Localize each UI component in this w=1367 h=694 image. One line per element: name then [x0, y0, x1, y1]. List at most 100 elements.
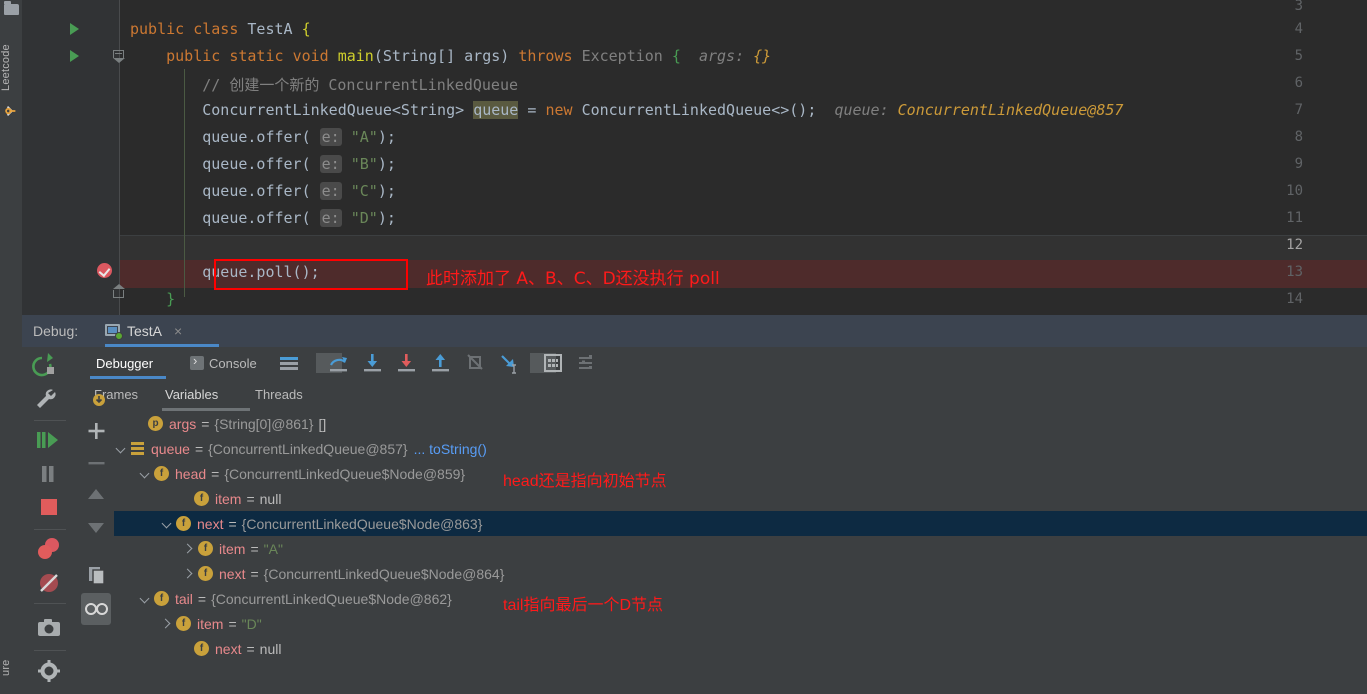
kw-new: new [545, 101, 573, 119]
sidebar-tab-leetcode[interactable]: Leetcode [0, 36, 22, 100]
table-row[interactable]: f head = {ConcurrentLinkedQueue$Node@859… [114, 461, 1367, 486]
field-badge-icon: f [194, 641, 209, 656]
sidebar-tab-structure[interactable]: ure [0, 645, 22, 690]
fold-end-icon[interactable] [113, 284, 126, 303]
variable-value: {ConcurrentLinkedQueue$Node@863} [241, 515, 483, 532]
remove-watch-icon[interactable] [78, 447, 114, 479]
run-gutter-icon[interactable] [70, 23, 79, 35]
line-number: 6 [1294, 75, 1303, 91]
fold-rail [119, 0, 120, 315]
stop-program-icon[interactable] [22, 491, 78, 525]
rerun-icon[interactable] [22, 349, 78, 383]
step-over-icon[interactable] [326, 347, 352, 379]
annotation-head-text: head还是指向初始节点 [503, 473, 667, 490]
step-into-icon[interactable] [360, 347, 386, 379]
variables-tree[interactable]: p args = {String[0]@861} [] queue = {Con… [114, 411, 1367, 692]
step-out-icon[interactable] [428, 347, 454, 379]
inspect-icon[interactable] [81, 593, 111, 625]
code-line-6: // 创建一个新的 ConcurrentLinkedQueue [130, 74, 518, 95]
idea-debug-window: Leetcode ure 3 4 5 6 7 8 9 10 11 12 13 1… [0, 0, 1367, 692]
code-comment: // 创建一个新的 ConcurrentLinkedQueue [202, 76, 519, 94]
brace: { [301, 20, 311, 38]
variable-name-highlight: queue [473, 101, 519, 119]
line-number: 4 [1294, 21, 1303, 37]
screenshot-icon[interactable] [22, 612, 78, 646]
pause-program-icon[interactable] [22, 457, 78, 491]
brace: { [671, 47, 681, 65]
field-badge-icon: f [154, 466, 169, 481]
layout-settings-icon[interactable] [574, 347, 600, 379]
view-breakpoints-icon[interactable] [22, 532, 78, 566]
exception-type: Exception [581, 47, 663, 65]
table-row[interactable]: f tail = {ConcurrentLinkedQueue$Node@862… [114, 586, 1367, 611]
debug-label: Debug: [33, 323, 79, 339]
table-row[interactable]: f item = "D" [114, 611, 1367, 636]
frame-indicator-icon [93, 394, 105, 406]
debug-session-tab[interactable]: TestA × [105, 315, 182, 347]
mute-breakpoints-icon[interactable] [22, 566, 78, 600]
toolbar-divider [34, 603, 66, 604]
chevron-right-icon[interactable] [160, 617, 174, 631]
chevron-down-icon[interactable] [138, 467, 152, 481]
table-row[interactable]: p args = {String[0]@861} [] [114, 411, 1367, 436]
string-literal: "D" [350, 209, 378, 227]
resume-program-icon[interactable] [22, 423, 78, 457]
class-name: TestA [247, 20, 293, 38]
subtab-variables[interactable]: Variables [165, 379, 218, 411]
table-row[interactable]: queue = {ConcurrentLinkedQueue@857} ... … [114, 436, 1367, 461]
chevron-down-icon[interactable] [114, 442, 128, 456]
run-gutter-icon[interactable] [70, 50, 79, 62]
method-call: queue.offer( [202, 182, 311, 200]
line-number: 12 [1286, 237, 1303, 253]
run-to-cursor-icon[interactable] [496, 347, 522, 379]
edit-configurations-icon[interactable] [22, 383, 78, 417]
inline-var-value: ConcurrentLinkedQueue@857 [897, 101, 1124, 119]
fold-collapse-icon[interactable] [113, 50, 126, 63]
tostring-link[interactable]: ... toString() [414, 441, 487, 457]
code-line-7: ConcurrentLinkedQueue<String> queue = ne… [130, 101, 1123, 119]
close-icon[interactable]: × [174, 323, 182, 339]
move-up-icon[interactable] [78, 479, 114, 511]
tab-debugger[interactable]: Debugger [92, 347, 157, 379]
settings-icon[interactable] [22, 655, 78, 689]
string-literal: "A" [350, 128, 378, 146]
force-step-into-icon[interactable] [394, 347, 420, 379]
param-badge-icon: p [148, 416, 163, 431]
variable-value: null [259, 640, 282, 657]
line-number: 14 [1286, 291, 1303, 307]
table-row[interactable]: f next = {ConcurrentLinkedQueue$Node@863… [114, 511, 1367, 536]
subtab-threads[interactable]: Threads [255, 379, 303, 411]
equals-sign: = [228, 515, 237, 532]
string-literal: "C" [350, 182, 378, 200]
tab-console[interactable]: Console [186, 347, 261, 379]
breakpoint-icon[interactable] [97, 263, 112, 278]
method-call: queue.offer( [202, 155, 311, 173]
show-execution-point-icon[interactable] [276, 347, 302, 379]
line-number: 10 [1286, 183, 1303, 199]
chevron-down-icon[interactable] [160, 517, 174, 531]
drop-frame-icon[interactable] [462, 347, 488, 379]
add-watch-icon[interactable] [78, 415, 114, 447]
equals-sign: = [228, 615, 237, 632]
equals-sign: = [211, 465, 220, 482]
param-hint-chip: e: [319, 128, 342, 146]
table-row[interactable]: f next = null [114, 636, 1367, 661]
constructor-call: ConcurrentLinkedQueue<>(); [581, 101, 817, 119]
list-badge-icon [130, 441, 145, 456]
chevron-right-icon[interactable] [182, 542, 196, 556]
field-badge-icon: f [194, 491, 209, 506]
table-row[interactable]: f next = {ConcurrentLinkedQueue$Node@864… [114, 561, 1367, 586]
equals-sign: = [246, 640, 255, 657]
folder-icon[interactable] [4, 1, 19, 15]
line-number: 9 [1294, 156, 1303, 172]
chevron-right-icon[interactable] [182, 567, 196, 581]
kw-static: static [229, 47, 284, 65]
evaluate-expression-icon[interactable] [540, 347, 566, 379]
code-editor[interactable]: 3 4 5 6 7 8 9 10 11 12 13 14 public clas… [22, 0, 1367, 315]
move-down-icon[interactable] [78, 511, 114, 543]
table-row[interactable]: f item = "A" [114, 536, 1367, 561]
chevron-down-icon[interactable] [138, 592, 152, 606]
copy-value-icon[interactable] [78, 559, 114, 591]
variable-value: {ConcurrentLinkedQueue$Node@862} [211, 590, 452, 607]
table-row[interactable]: f item = null [114, 486, 1367, 511]
